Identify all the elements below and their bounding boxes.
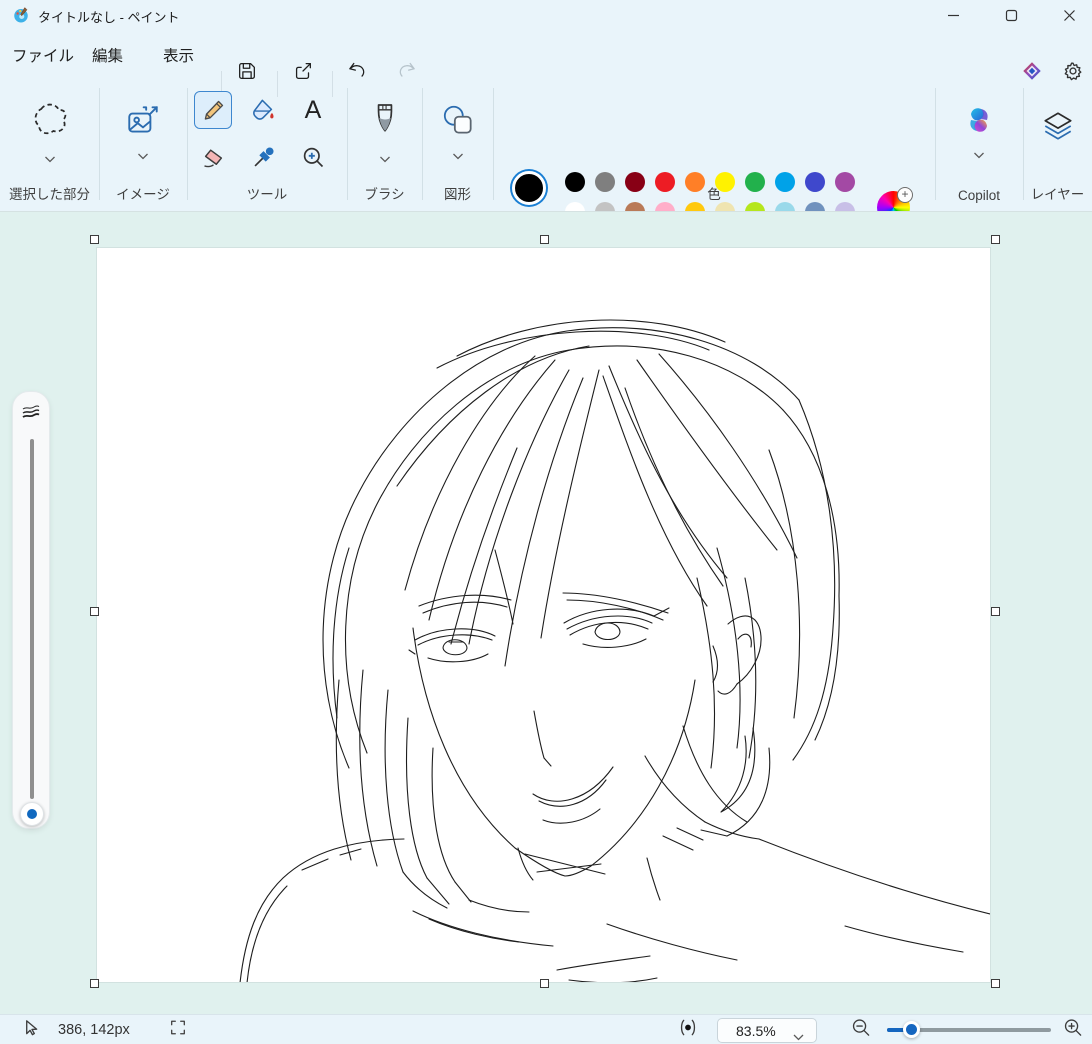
brushes-section[interactable]: ブラシ: [347, 78, 422, 211]
image-section[interactable]: イメージ: [99, 78, 187, 211]
brushes-label: ブラシ: [347, 183, 422, 203]
menu-edit[interactable]: 編集: [92, 44, 123, 66]
copilot-label: Copilot: [935, 188, 1023, 203]
minimize-button[interactable]: [930, 0, 976, 30]
menu-file[interactable]: ファイル: [12, 44, 74, 66]
chevron-down-icon: [793, 1028, 804, 1035]
chevron-down-icon[interactable]: [44, 150, 55, 157]
sketch-drawing: [97, 248, 990, 982]
color-swatch[interactable]: [715, 172, 735, 192]
fill-tool-button[interactable]: [244, 91, 282, 129]
cursor-position-icon: [22, 1018, 41, 1042]
canvas-resize-handle-middle-left[interactable]: [90, 607, 99, 616]
shapes-section[interactable]: 図形: [422, 78, 493, 211]
zoom-out-icon[interactable]: [851, 1017, 872, 1043]
canvas-resize-handle-top-center[interactable]: [540, 235, 549, 244]
chevron-down-icon[interactable]: [379, 150, 390, 157]
menu-bar: ファイル 編集 表示: [0, 30, 1092, 78]
magnifier-tool-button[interactable]: [294, 138, 332, 176]
add-color-icon: +: [897, 187, 913, 203]
image-label: イメージ: [99, 183, 187, 203]
color-swatch[interactable]: [805, 172, 825, 192]
canvas-resize-handle-bottom-left[interactable]: [90, 979, 99, 988]
color-swatch[interactable]: [565, 172, 585, 192]
pen-size-panel: [12, 391, 50, 829]
color-swatch[interactable]: [655, 172, 675, 192]
color-swatch[interactable]: [595, 172, 615, 192]
maximize-button[interactable]: [988, 0, 1034, 30]
eraser-tool-button[interactable]: [194, 138, 232, 176]
color-swatch[interactable]: [775, 172, 795, 192]
cursor-position-text: 386, 142px: [58, 1022, 130, 1038]
window-title: タイトルなし - ペイント: [38, 7, 180, 26]
selection-section[interactable]: 選択した部分: [0, 78, 99, 211]
layers-icon[interactable]: [1040, 110, 1076, 147]
copilot-icon[interactable]: [963, 104, 995, 141]
zoom-level-value: 83.5%: [736, 1023, 776, 1039]
layers-section[interactable]: レイヤー: [1023, 78, 1092, 211]
color-swatch[interactable]: [625, 172, 645, 192]
pencil-tool-button[interactable]: [194, 91, 232, 129]
tools-section: A ツール: [187, 78, 347, 211]
title-bar: タイトルなし - ペイント: [0, 0, 1092, 30]
free-select-icon[interactable]: [28, 98, 72, 147]
menu-view[interactable]: 表示: [163, 44, 194, 66]
canvas-resize-handle-bottom-right[interactable]: [991, 979, 1000, 988]
color-swatch[interactable]: [685, 172, 705, 192]
brush-icon[interactable]: [370, 100, 400, 145]
pen-size-slider-track[interactable]: [30, 439, 34, 799]
pen-size-slider-thumb[interactable]: [20, 802, 44, 826]
layers-label: レイヤー: [1023, 183, 1092, 203]
copilot-section[interactable]: Copilot: [935, 78, 1023, 211]
chevron-down-icon[interactable]: [974, 146, 985, 153]
chevron-down-icon[interactable]: [138, 147, 149, 154]
shapes-icon[interactable]: [439, 102, 477, 145]
drawing-canvas[interactable]: [97, 248, 990, 982]
selection-label: 選択した部分: [0, 183, 99, 203]
close-button[interactable]: [1046, 0, 1092, 30]
color-picker-tool-button[interactable]: [244, 138, 282, 176]
toolbar-ribbon: 選択した部分 イメージ A: [0, 78, 1092, 211]
shapes-label: 図形: [422, 183, 493, 203]
selection-size-icon: [169, 1019, 187, 1042]
color-swatch[interactable]: [835, 172, 855, 192]
text-tool-button[interactable]: A: [294, 91, 332, 129]
paint-window: タイトルなし - ペイント ファイル 編集 表示: [0, 0, 1092, 1044]
canvas-resize-handle-top-right[interactable]: [991, 235, 1000, 244]
tools-label: ツール: [187, 183, 347, 203]
zoom-in-icon[interactable]: [1063, 1017, 1084, 1043]
zoom-slider-thumb[interactable]: [903, 1021, 920, 1038]
canvas-resize-handle-bottom-center[interactable]: [540, 979, 549, 988]
canvas-resize-handle-middle-right[interactable]: [991, 607, 1000, 616]
zoom-level-select[interactable]: 83.5%: [717, 1018, 817, 1043]
color1-swatch[interactable]: [512, 171, 546, 205]
image-icon[interactable]: [124, 102, 162, 145]
paint-app-icon: [12, 6, 30, 24]
canvas-resize-handle-top-left[interactable]: [90, 235, 99, 244]
color-swatch[interactable]: [745, 172, 765, 192]
fit-to-screen-icon[interactable]: [678, 1017, 699, 1043]
chevron-down-icon[interactable]: [452, 147, 463, 154]
status-bar: 386, 142px 83.5%: [0, 1014, 1092, 1044]
stroke-width-icon: [21, 404, 41, 420]
